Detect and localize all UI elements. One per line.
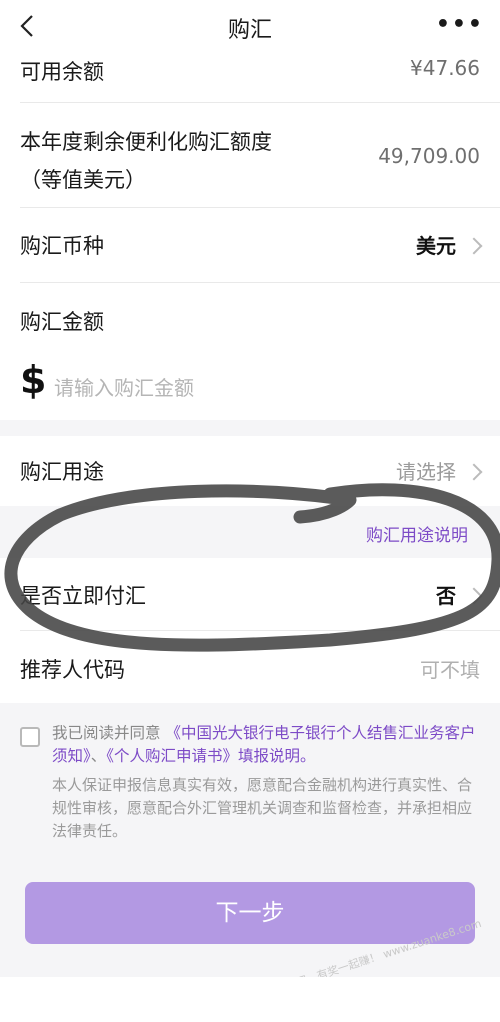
agreement-suffix: 填报说明。 bbox=[238, 747, 316, 765]
application-form-link[interactable]: 《个人购汇申请书》 bbox=[106, 747, 238, 765]
agreement-text: 我已阅读并同意 《中国光大银行电子银行个人结售汇业务客户须知》、《个人购汇申请书… bbox=[52, 722, 478, 768]
declaration-note: 本人保证申报信息真实有效，愿意配合金融机构进行真实性、合规性审核，愿意配合外汇管… bbox=[52, 776, 473, 840]
agreement-checkbox[interactable] bbox=[20, 727, 40, 747]
next-step-button[interactable]: 下一步 bbox=[25, 882, 475, 944]
agreement-prefix: 我已阅读并同意 bbox=[52, 724, 161, 742]
hand-drawn-circle-annotation bbox=[4, 483, 500, 652]
agreement-separator: 、 bbox=[90, 747, 107, 765]
bottom-bar bbox=[0, 977, 500, 1022]
